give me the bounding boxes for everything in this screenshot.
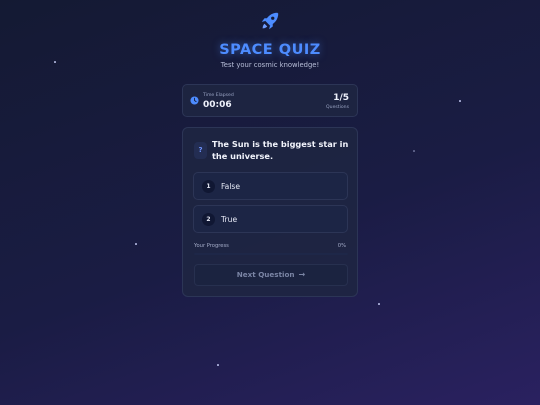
question-count-label: Questions bbox=[326, 105, 349, 110]
next-question-button[interactable]: Next Question → bbox=[194, 264, 348, 286]
arrow-right-icon: → bbox=[298, 270, 306, 279]
quiz-card: ? The Sun is the biggest star in the uni… bbox=[182, 127, 358, 297]
next-question-label: Next Question bbox=[236, 270, 295, 279]
star-decoration bbox=[378, 303, 380, 305]
option-label: True bbox=[221, 214, 238, 224]
option-label: False bbox=[221, 181, 241, 191]
progress-bar bbox=[194, 253, 348, 255]
star-decoration bbox=[413, 150, 415, 152]
app-header: SPACE QUIZ Test your cosmic knowledge! bbox=[0, 10, 540, 69]
star-decoration bbox=[217, 364, 219, 366]
page-subtitle: Test your cosmic knowledge! bbox=[220, 61, 320, 69]
question-count: 1/5 bbox=[333, 93, 349, 103]
progress-label: Your Progress bbox=[194, 243, 229, 249]
star-decoration bbox=[135, 243, 137, 245]
rocket-icon bbox=[261, 12, 279, 30]
page-title: SPACE QUIZ bbox=[219, 42, 321, 58]
option-number-badge: 1 bbox=[202, 180, 215, 193]
progress-percent: 0% bbox=[337, 243, 346, 249]
answer-option-true[interactable]: 2 True bbox=[193, 205, 348, 233]
timer-card: Time Elapsed 00:06 1/5 Questions bbox=[182, 84, 358, 117]
question-text: The Sun is the biggest star in the unive… bbox=[212, 139, 349, 161]
option-number-badge: 2 bbox=[202, 213, 215, 226]
clock-icon bbox=[190, 96, 199, 105]
star-decoration bbox=[459, 100, 461, 102]
answer-option-false[interactable]: 1 False bbox=[193, 172, 348, 200]
time-elapsed-value: 00:06 bbox=[203, 100, 232, 110]
question-mark-icon: ? bbox=[194, 142, 207, 159]
time-elapsed-label: Time Elapsed bbox=[203, 93, 234, 98]
